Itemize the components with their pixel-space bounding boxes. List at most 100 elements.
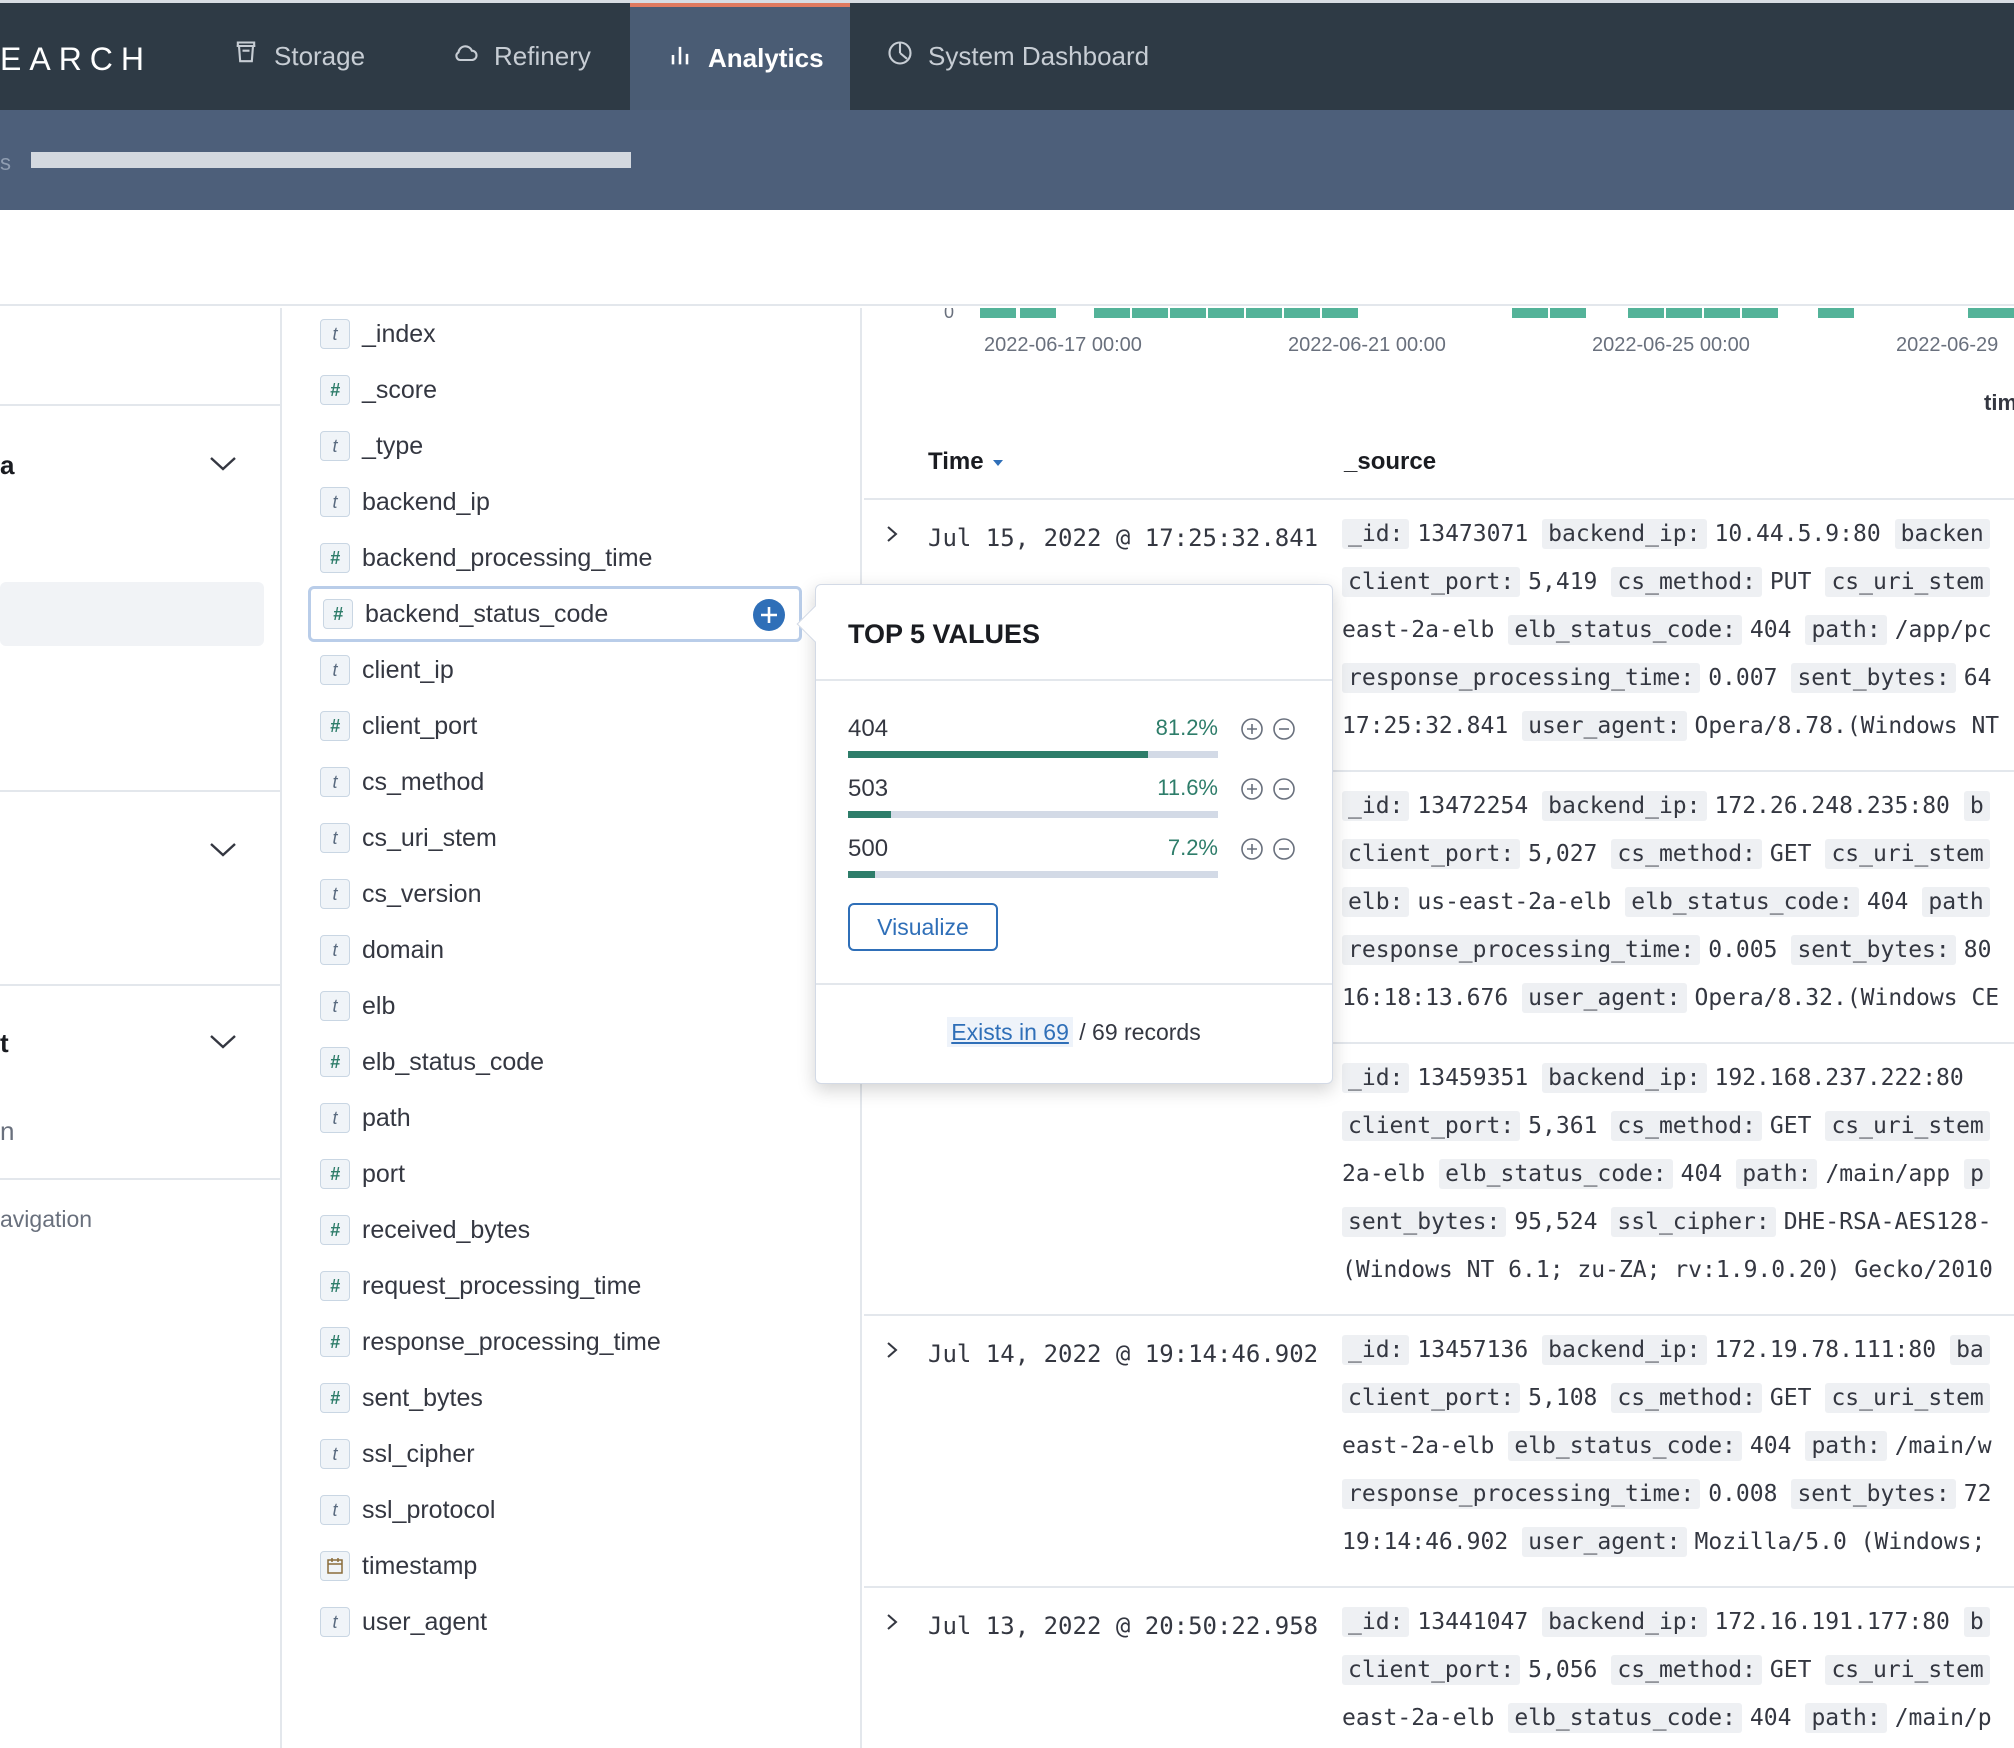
histogram-bar[interactable]	[1968, 308, 2014, 318]
field-name: cs_version	[362, 879, 482, 908]
visualize-button[interactable]: Visualize	[848, 903, 998, 951]
field-item[interactable]: t client_ip	[320, 648, 454, 692]
field-item[interactable]: # request_processing_time	[320, 1264, 641, 1308]
filter-for-value-icon[interactable]	[1240, 837, 1264, 861]
histogram-bar[interactable]	[1704, 308, 1740, 318]
histogram-bar[interactable]	[1322, 308, 1358, 318]
number-type-icon: #	[323, 599, 353, 629]
histogram-bar[interactable]	[1246, 308, 1282, 318]
field-name: backend_processing_time	[362, 543, 653, 572]
field-item[interactable]: t cs_version	[320, 872, 482, 916]
chevron-down-icon[interactable]	[208, 454, 238, 474]
source-line: _id: 13459351 backend_ip: 192.168.237.222:8…	[1342, 1058, 1978, 1098]
source-value: GET	[1769, 1113, 1812, 1139]
filter-for-value-icon[interactable]	[1240, 777, 1264, 801]
field-item[interactable]: t cs_method	[320, 760, 484, 804]
filter-out-value-icon[interactable]	[1272, 717, 1296, 741]
sidebar-navigation-link[interactable]: avigation	[0, 1206, 92, 1233]
sidebar-item[interactable]: n	[0, 1116, 14, 1147]
tab-refinery[interactable]: Refinery	[452, 3, 591, 110]
tab-system-dashboard[interactable]: System Dashboard	[886, 3, 1149, 110]
source-value: Opera/8.78.(Windows NT	[1694, 713, 2000, 739]
field-item[interactable]: t domain	[320, 928, 444, 972]
source-key: client_port:	[1342, 1655, 1521, 1685]
brand-logo[interactable]: EARCH	[0, 41, 152, 78]
source-key: elb_status_code:	[1508, 1431, 1742, 1461]
source-key: elb_status_code:	[1508, 615, 1742, 645]
source-key: b	[1963, 791, 1990, 821]
column-header-time[interactable]: Time	[928, 448, 1006, 476]
histogram-bar[interactable]	[1628, 308, 1664, 318]
filter-strip	[0, 210, 2014, 306]
number-type-icon: #	[320, 1047, 350, 1077]
field-item[interactable]: t path	[320, 1096, 411, 1140]
source-key: cs_method:	[1611, 1383, 1762, 1413]
source-line: _id: 13472254 backend_ip: 172.26.248.235:80…	[1342, 786, 1998, 826]
histogram-bar[interactable]	[1818, 308, 1854, 318]
filter-for-value-icon[interactable]	[1240, 717, 1264, 741]
field-item[interactable]: t backend_ip	[320, 480, 490, 524]
filter-out-value-icon[interactable]	[1272, 837, 1296, 861]
exists-link[interactable]: Exists in 69	[947, 1017, 1073, 1047]
histogram-bar[interactable]	[980, 308, 1016, 318]
histogram-bar[interactable]	[1020, 308, 1056, 318]
expand-row-icon[interactable]	[882, 1612, 902, 1632]
top-value-percent: 81.2%	[1155, 715, 1218, 740]
tab-storage[interactable]: Storage	[232, 3, 365, 110]
number-type-icon: #	[320, 1383, 350, 1413]
chevron-down-icon[interactable]	[208, 1032, 238, 1052]
field-item[interactable]: # backend_status_code	[308, 586, 802, 642]
left-sidebar: a t n avigation	[0, 308, 282, 1748]
sidebar-selected-item[interactable]	[0, 582, 264, 646]
field-item[interactable]: # sent_bytes	[320, 1376, 483, 1420]
source-key: path:	[1805, 615, 1887, 645]
field-item[interactable]: t _index	[320, 312, 436, 356]
histogram-bar[interactable]	[1742, 308, 1778, 318]
search-query-bar[interactable]	[31, 152, 631, 168]
field-item[interactable]: # response_processing_time	[320, 1320, 661, 1364]
histogram-bar[interactable]	[1132, 308, 1168, 318]
field-item[interactable]: t cs_uri_stem	[320, 816, 497, 860]
field-name: elb	[362, 991, 396, 1020]
field-list: t _index # _score t _type t backend_ip # backend_…	[284, 308, 862, 1748]
histogram-bar[interactable]	[1208, 308, 1244, 318]
source-line: response_processing_time: 0.007 sent_bytes…	[1342, 658, 2005, 698]
sidebar-section-heading: t	[0, 1028, 9, 1058]
field-item[interactable]: # _score	[320, 368, 437, 412]
add-field-icon[interactable]	[753, 599, 785, 631]
histogram-bar[interactable]	[1550, 308, 1586, 318]
tab-label: Refinery	[494, 41, 591, 71]
field-item[interactable]: t ssl_cipher	[320, 1432, 475, 1476]
sort-down-icon[interactable]	[990, 457, 1006, 469]
field-item[interactable]: timestamp	[320, 1544, 477, 1588]
source-key: client_port:	[1342, 1383, 1521, 1413]
histogram-x-title: tim	[1984, 390, 2014, 415]
field-item[interactable]: # client_port	[320, 704, 477, 748]
text-type-icon: t	[320, 319, 350, 349]
field-name: backend_status_code	[365, 599, 609, 628]
chevron-down-icon[interactable]	[208, 840, 238, 860]
row-divider	[864, 1586, 2014, 1588]
field-item[interactable]: t _type	[320, 424, 423, 468]
field-item[interactable]: # elb_status_code	[320, 1040, 544, 1084]
source-value: us-east-2a-elb	[1417, 889, 1612, 915]
expand-row-icon[interactable]	[882, 524, 902, 544]
histogram-bar[interactable]	[1094, 308, 1130, 318]
tab-analytics[interactable]: Analytics	[630, 3, 850, 110]
filter-out-value-icon[interactable]	[1272, 777, 1296, 801]
number-type-icon: #	[320, 1271, 350, 1301]
field-item[interactable]: t user_agent	[320, 1600, 487, 1644]
text-type-icon: t	[320, 487, 350, 517]
histogram-bar[interactable]	[1512, 308, 1548, 318]
field-item[interactable]: t elb	[320, 984, 395, 1028]
histogram-bar[interactable]	[1666, 308, 1702, 318]
histogram-bar[interactable]	[1170, 308, 1206, 318]
histogram-bar[interactable]	[1284, 308, 1320, 318]
field-item[interactable]: t ssl_protocol	[320, 1488, 495, 1532]
field-item[interactable]: # received_bytes	[320, 1208, 530, 1252]
source-key: path	[1922, 887, 1990, 917]
field-item[interactable]: # backend_processing_time	[320, 536, 652, 580]
expand-row-icon[interactable]	[882, 1340, 902, 1360]
field-item[interactable]: # port	[320, 1152, 405, 1196]
source-value: east-2a-elb	[1342, 617, 1495, 643]
